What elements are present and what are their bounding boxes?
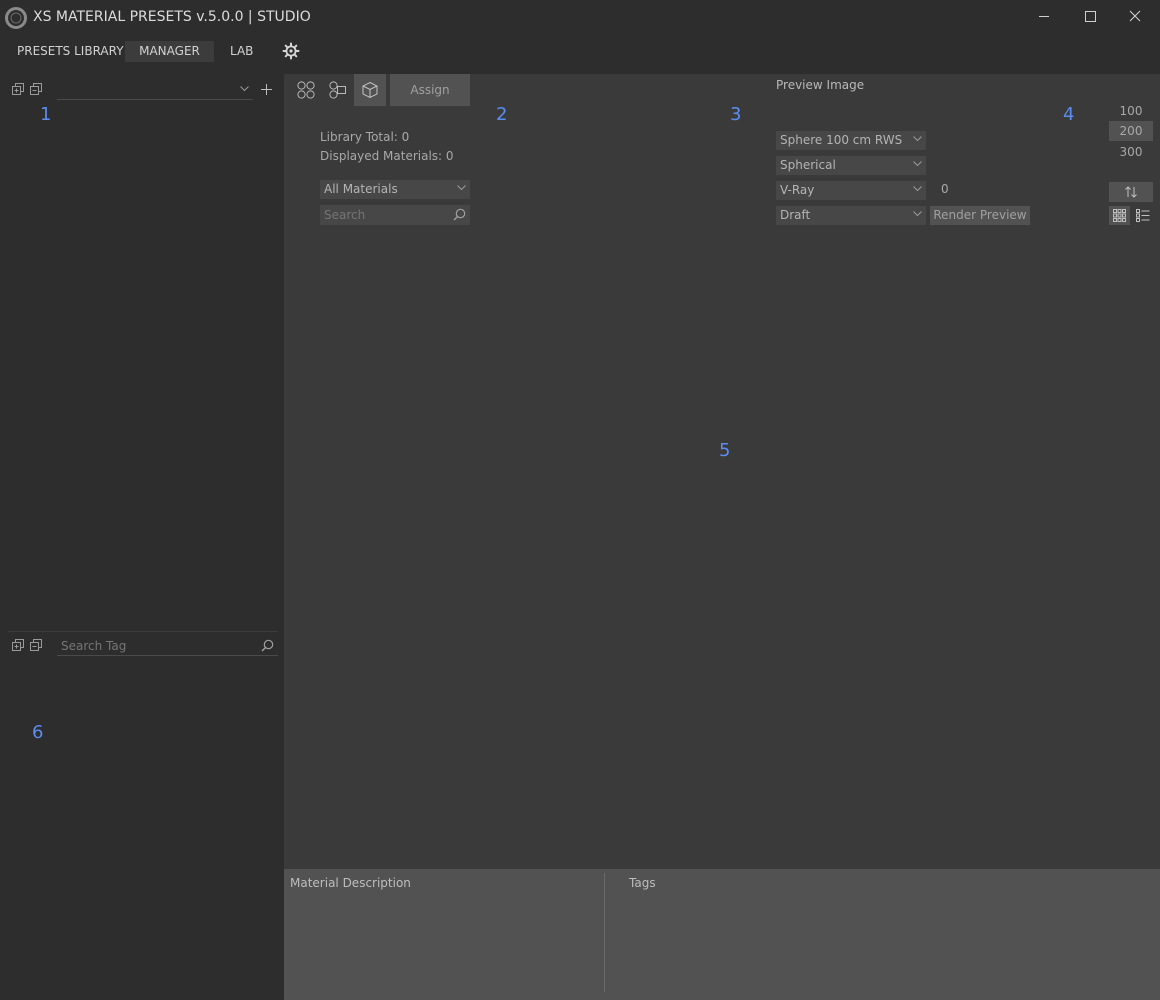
search-icon bbox=[261, 639, 274, 652]
preview-scene-value: Sphere 100 cm RWS bbox=[780, 133, 903, 147]
collapse-all-icon bbox=[30, 83, 42, 95]
renderer-count: 0 bbox=[941, 182, 949, 196]
preview-scene-select[interactable]: Sphere 100 cm RWS bbox=[776, 131, 926, 150]
preview-mapping-select[interactable]: Spherical bbox=[776, 156, 926, 175]
close-button[interactable] bbox=[1112, 2, 1158, 32]
material-filter-select[interactable]: All Materials bbox=[320, 180, 470, 199]
minimize-icon bbox=[1039, 16, 1049, 17]
material-spheres-icon bbox=[297, 81, 315, 99]
render-preview-button[interactable]: Render Preview bbox=[930, 206, 1030, 225]
gear-icon bbox=[282, 42, 300, 60]
preview-renderer-value: V-Ray bbox=[780, 183, 815, 197]
maximize-icon bbox=[1085, 11, 1096, 22]
material-filter-value: All Materials bbox=[324, 182, 398, 196]
expand-all-button[interactable] bbox=[12, 83, 24, 95]
window-title: XS MATERIAL PRESETS v.5.0.0 | STUDIO bbox=[33, 9, 311, 25]
title-bar: XS MATERIAL PRESETS v.5.0.0 | STUDIO bbox=[0, 0, 1160, 36]
assign-button[interactable]: Assign bbox=[390, 74, 470, 106]
material-search-input[interactable] bbox=[320, 205, 445, 225]
preview-quality-value: Draft bbox=[780, 208, 811, 222]
collapse-all-icon bbox=[30, 639, 42, 651]
view-mode-objects-button[interactable] bbox=[322, 74, 354, 106]
section-marker-3: 3 bbox=[730, 104, 742, 125]
section-marker-4: 4 bbox=[1063, 104, 1075, 125]
bottom-divider bbox=[604, 873, 605, 992]
add-library-button[interactable] bbox=[261, 84, 272, 95]
tag-search-field[interactable] bbox=[57, 636, 278, 656]
displayed-materials-label: Displayed Materials: 0 bbox=[320, 149, 454, 163]
sort-arrows-icon bbox=[1125, 186, 1137, 198]
menu-lab[interactable]: LAB bbox=[217, 41, 266, 62]
tags-label: Tags bbox=[629, 876, 656, 890]
plus-icon bbox=[261, 84, 272, 95]
list-view-button[interactable] bbox=[1132, 206, 1153, 225]
chevron-down-icon bbox=[240, 86, 249, 92]
library-tree-panel: 1 6 bbox=[0, 74, 284, 1000]
size-option-300[interactable]: 300 bbox=[1109, 143, 1153, 161]
material-description-label: Material Description bbox=[290, 876, 411, 890]
menu-presets-library[interactable]: PRESETS LIBRARY bbox=[4, 41, 137, 62]
chevron-down-icon bbox=[913, 211, 922, 217]
material-search-field[interactable] bbox=[320, 205, 470, 225]
expand-all-icon bbox=[12, 83, 24, 95]
search-icon bbox=[453, 208, 466, 221]
app-logo-icon bbox=[5, 7, 27, 29]
minimize-button[interactable] bbox=[1021, 2, 1067, 32]
chevron-down-icon bbox=[913, 136, 922, 142]
size-option-200[interactable]: 200 bbox=[1109, 121, 1153, 141]
shapes-icon bbox=[329, 81, 346, 99]
size-option-100[interactable]: 100 bbox=[1109, 102, 1153, 120]
preview-renderer-select[interactable]: V-Ray bbox=[776, 181, 926, 200]
chevron-down-icon bbox=[913, 186, 922, 192]
view-mode-scene-button[interactable] bbox=[354, 74, 386, 106]
view-mode-materials-button[interactable] bbox=[290, 74, 322, 106]
preview-mapping-value: Spherical bbox=[780, 158, 836, 172]
tag-search-input[interactable] bbox=[57, 636, 252, 655]
grid-view-button[interactable] bbox=[1109, 206, 1130, 225]
maximize-button[interactable] bbox=[1067, 2, 1113, 32]
close-icon bbox=[1129, 10, 1141, 22]
section-marker-6: 6 bbox=[32, 722, 44, 743]
expand-all-icon bbox=[12, 639, 24, 651]
section-marker-1: 1 bbox=[40, 104, 52, 125]
menu-manager[interactable]: MANAGER bbox=[125, 41, 214, 62]
library-total-label: Library Total: 0 bbox=[320, 130, 410, 144]
expand-tags-button[interactable] bbox=[12, 639, 24, 651]
collapse-all-button[interactable] bbox=[30, 83, 42, 95]
material-info-panel: Material Description Tags bbox=[284, 869, 1160, 1000]
collapse-tags-button[interactable] bbox=[30, 639, 42, 651]
settings-button[interactable] bbox=[282, 42, 300, 60]
materials-panel: Assign 2 3 4 5 Library Total: 0 Displaye… bbox=[284, 74, 1160, 869]
section-marker-2: 2 bbox=[496, 104, 508, 125]
section-marker-5: 5 bbox=[719, 440, 731, 461]
preview-quality-select[interactable]: Draft bbox=[776, 206, 926, 225]
chevron-down-icon bbox=[457, 185, 466, 191]
grid-view-icon bbox=[1113, 209, 1126, 222]
library-select[interactable] bbox=[57, 81, 253, 100]
sort-button[interactable] bbox=[1109, 182, 1153, 202]
list-view-icon bbox=[1136, 209, 1150, 222]
preview-image-title: Preview Image bbox=[776, 78, 865, 92]
panel-divider bbox=[8, 631, 278, 632]
cube-icon bbox=[362, 81, 378, 99]
chevron-down-icon bbox=[913, 161, 922, 167]
